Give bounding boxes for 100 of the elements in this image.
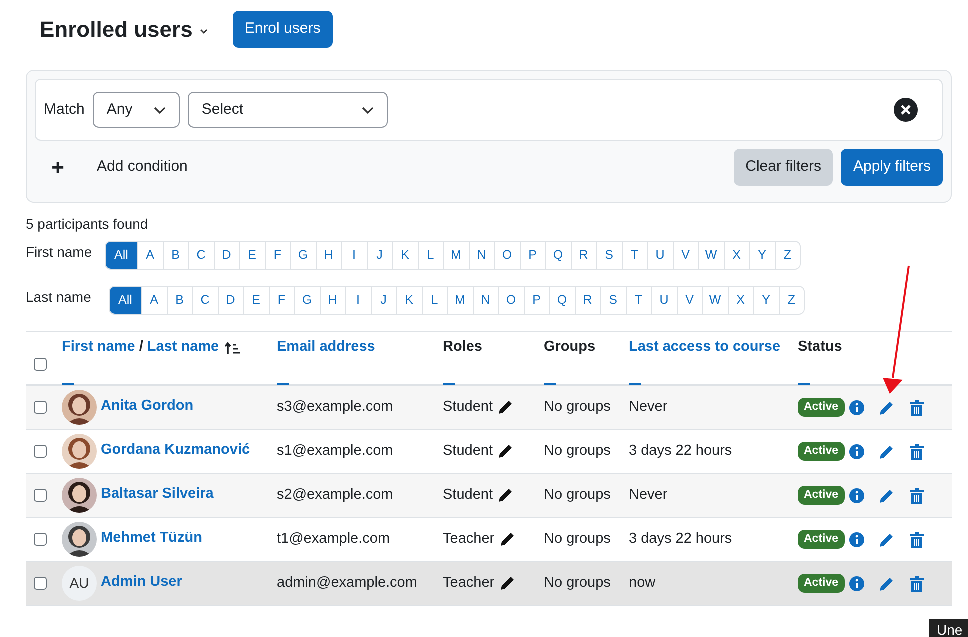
edit-roles-button[interactable]: [497, 399, 514, 416]
avatar-initials: AU: [62, 566, 97, 601]
condition-select[interactable]: Select: [188, 92, 388, 128]
match-select[interactable]: Any: [92, 92, 180, 128]
apply-filters-button[interactable]: Apply filters: [841, 149, 943, 186]
close-icon: [901, 105, 911, 115]
clear-filters-button[interactable]: Clear filters: [734, 149, 834, 186]
last-access-text: now: [629, 574, 657, 593]
pencil-icon: [878, 444, 895, 460]
trash-icon: [910, 444, 924, 460]
checkbox[interactable]: [34, 533, 47, 546]
edit-button[interactable]: [878, 444, 895, 460]
column-sort-link[interactable]: Email address: [277, 337, 376, 359]
checkbox[interactable]: [34, 358, 47, 371]
pencil-icon: [498, 575, 516, 592]
column-header: Groups: [544, 338, 596, 358]
groups-text: No groups: [544, 398, 612, 417]
checkbox[interactable]: [34, 577, 47, 590]
email-text: s2@example.com: [277, 486, 394, 505]
edit-button[interactable]: [878, 576, 895, 592]
last-access-text: 3 days 22 hours: [629, 530, 734, 549]
chevron-icon: [154, 106, 166, 114]
letter-tab[interactable]: All: [110, 287, 141, 314]
trash-icon: [910, 488, 924, 504]
user-name-link[interactable]: Admin User: [101, 572, 182, 594]
groups-text: No groups: [544, 442, 612, 461]
info-icon: [848, 444, 865, 460]
email-text: admin@example.com: [277, 574, 418, 593]
delete-button[interactable]: [910, 488, 924, 504]
trash-icon: [910, 532, 924, 548]
info-icon: [848, 576, 865, 592]
caret-icon: [200, 28, 208, 34]
column-sort-link[interactable]: First name: [62, 337, 136, 359]
close-button[interactable]: [894, 98, 918, 122]
trash-icon: [910, 576, 924, 592]
pencil-icon: [497, 399, 514, 416]
column-header: Status: [798, 338, 842, 358]
pencil-icon: [498, 531, 516, 548]
checkbox[interactable]: [34, 489, 47, 502]
match-label: Match: [44, 100, 85, 120]
role-text: Student: [443, 398, 493, 417]
add-condition-button[interactable]: + Add condition: [35, 151, 188, 184]
pencil-icon: [878, 488, 895, 504]
column-sort-link[interactable]: Last name: [147, 337, 220, 359]
checkbox[interactable]: [34, 401, 47, 414]
last-access-text: 3 days 22 hours: [629, 442, 734, 461]
delete-button[interactable]: [910, 532, 924, 548]
letter-tab[interactable]: Z: [778, 287, 804, 314]
edit-roles-button[interactable]: [497, 443, 514, 460]
role-text: Teacher: [443, 574, 495, 593]
groups-text: No groups: [544, 486, 612, 505]
filter-label: First name: [26, 243, 94, 262]
chevron-icon: [362, 106, 374, 114]
info-button[interactable]: [848, 488, 865, 504]
enrol-button[interactable]: Enrol users: [232, 10, 333, 48]
info-button[interactable]: [848, 532, 865, 548]
result-count: 5 participants found: [26, 215, 150, 234]
last-access-text: Never: [629, 486, 669, 505]
user-name-link[interactable]: Baltasar Silveira: [101, 484, 214, 506]
tooltip: Une: [929, 619, 968, 637]
pencil-icon: [878, 576, 895, 592]
delete-button[interactable]: [910, 400, 924, 416]
column-sort-link[interactable]: Last access to course: [629, 337, 781, 359]
column-header: Roles: [443, 338, 482, 358]
edit-roles-button[interactable]: [498, 531, 516, 548]
info-icon: [848, 400, 865, 416]
email-text: s1@example.com: [277, 442, 394, 461]
groups-text: No groups: [544, 530, 612, 549]
letter-tab[interactable]: All: [106, 242, 137, 269]
info-button[interactable]: [848, 400, 865, 416]
status-badge: Active: [798, 486, 845, 505]
info-icon: [848, 532, 865, 548]
separator-text: /: [139, 338, 144, 358]
letter-tab[interactable]: Z: [774, 242, 800, 269]
page-title: Enrolled users: [40, 16, 193, 44]
edit-roles-button[interactable]: [497, 487, 514, 504]
info-button[interactable]: [848, 444, 865, 460]
email-text: t1@example.com: [277, 530, 392, 549]
user-name-link[interactable]: Anita Gordon: [101, 396, 194, 418]
edit-button[interactable]: [878, 532, 895, 548]
delete-button[interactable]: [910, 444, 924, 460]
status-badge: Active: [798, 398, 845, 417]
filter-label: Last name: [26, 288, 92, 307]
edit-roles-button[interactable]: [498, 575, 516, 592]
pencil-icon: [878, 400, 895, 416]
edit-button[interactable]: [878, 488, 895, 504]
info-icon: [848, 488, 865, 504]
pencil-icon: [497, 487, 514, 504]
info-button[interactable]: [848, 576, 865, 592]
checkbox[interactable]: [34, 445, 47, 458]
role-text: Student: [443, 442, 493, 461]
status-badge: Active: [798, 574, 845, 593]
role-text: Teacher: [443, 530, 495, 549]
edit-button[interactable]: [878, 400, 895, 416]
user-name-link[interactable]: Gordana Kuzmanović: [101, 440, 250, 462]
status-badge: Active: [798, 530, 845, 549]
delete-button[interactable]: [910, 576, 924, 592]
trash-icon: [910, 400, 924, 416]
user-name-link[interactable]: Mehmet Tüzün: [101, 528, 202, 550]
email-text: s3@example.com: [277, 398, 394, 417]
